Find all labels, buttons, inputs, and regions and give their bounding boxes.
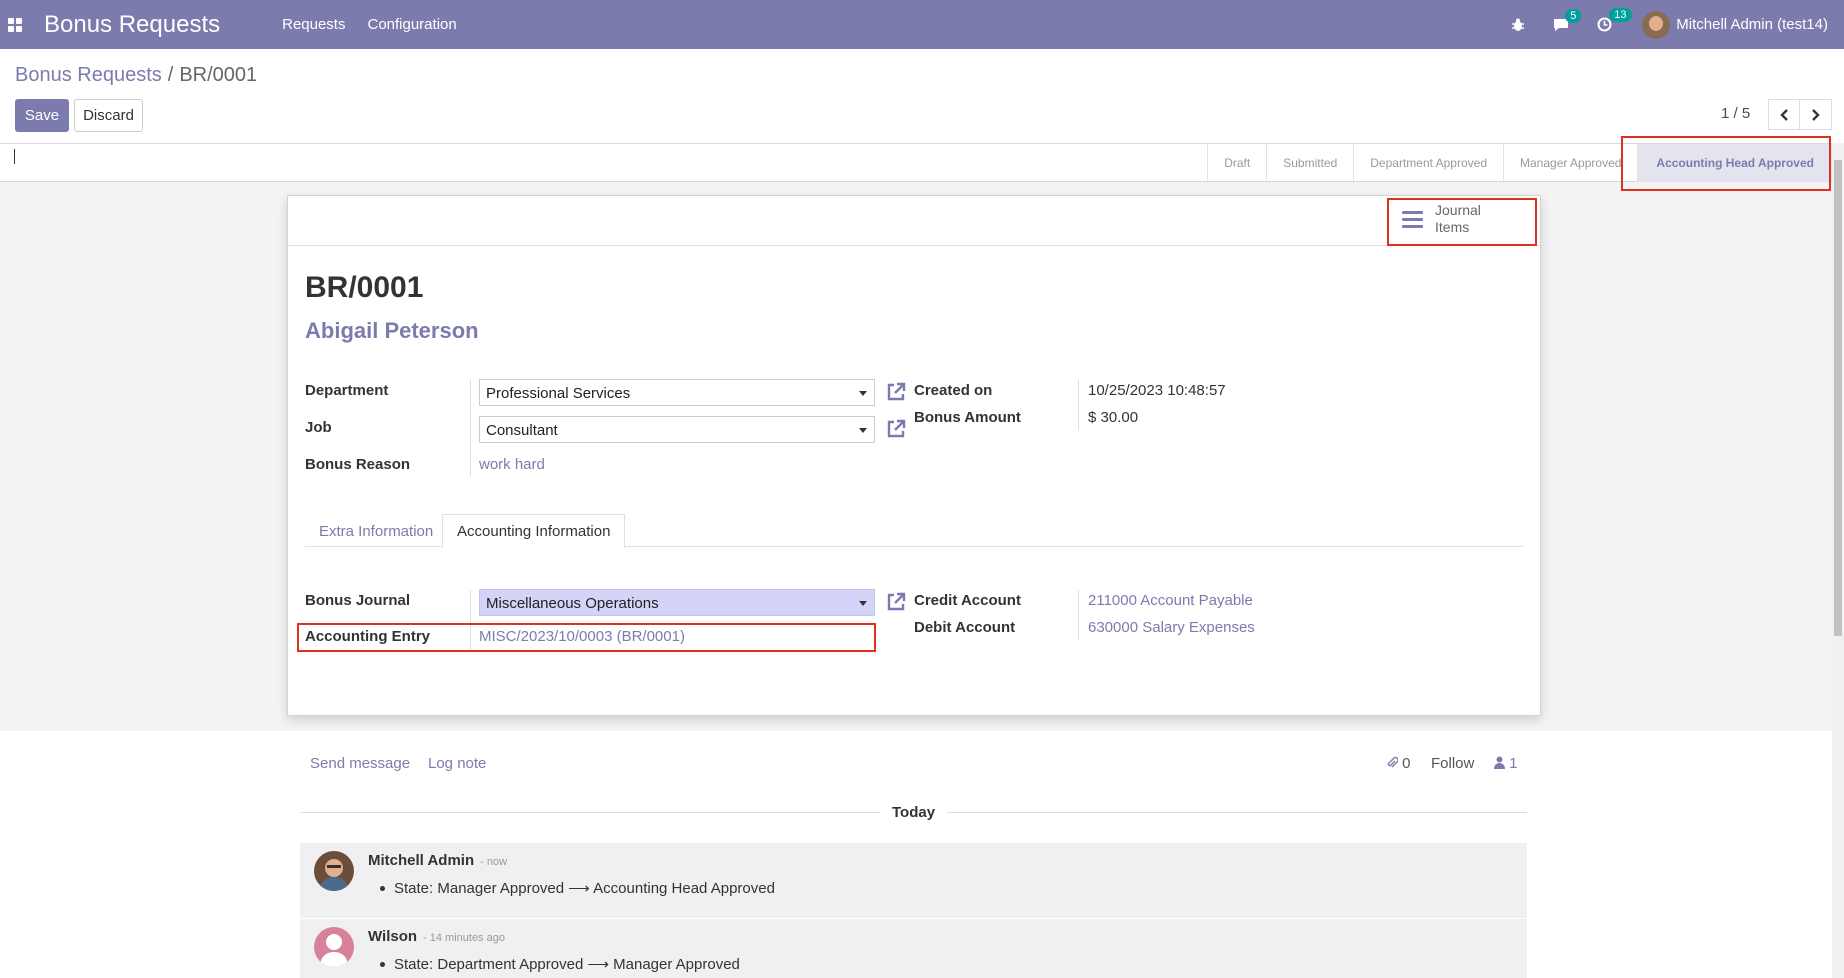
navbar-systray: 5 13 Mitchell Admin (test14)	[1483, 0, 1828, 49]
pager-buttons	[1768, 99, 1832, 130]
attachments-count: 0	[1402, 755, 1411, 772]
message-tracking: State: Department Approved ⟶ Manager App…	[380, 956, 740, 973]
message-author[interactable]: Mitchell Admin - now	[368, 852, 507, 869]
chevron-right-icon	[1811, 108, 1820, 121]
status-step-submitted[interactable]: Submitted	[1266, 144, 1353, 182]
label-divider	[1078, 590, 1079, 640]
bonus-amount-value: $ 30.00	[1088, 409, 1139, 426]
message-date: - 14 minutes ago	[423, 932, 505, 944]
label-divider	[1078, 380, 1079, 430]
pager-next-button[interactable]	[1800, 99, 1832, 130]
chatter-message: Mitchell Admin - now State: Manager Appro…	[300, 843, 1527, 918]
debit-account-link[interactable]: 630000 Salary Expenses	[1088, 619, 1255, 636]
message-author[interactable]: Wilson - 14 minutes ago	[368, 928, 505, 945]
external-link-icon[interactable]	[886, 592, 906, 612]
arrow-right-icon: ⟶	[587, 956, 609, 973]
pager-previous-button[interactable]	[1768, 99, 1800, 130]
user-menu[interactable]: Mitchell Admin (test14)	[1676, 16, 1828, 33]
avatar	[314, 927, 354, 967]
highlight-box-journal-items	[1387, 198, 1537, 246]
messages-badge: 5	[1565, 8, 1582, 23]
bonus-journal-select[interactable]: Miscellaneous Operations	[479, 589, 875, 616]
notebook-tabs: Extra Information Accounting Information	[305, 514, 1523, 548]
user-avatar[interactable]	[1642, 10, 1671, 39]
employee-name[interactable]: Abigail Peterson	[305, 318, 479, 344]
form-view: Draft Submitted Department Approved Mana…	[0, 136, 1832, 731]
external-link-icon[interactable]	[886, 382, 906, 402]
record-title: BR/0001	[305, 271, 424, 304]
activities-clock-icon[interactable]: 13	[1597, 8, 1632, 32]
app-brand[interactable]: Bonus Requests	[44, 11, 220, 39]
followers-button[interactable]: 1	[1494, 755, 1518, 772]
department-select[interactable]: Professional Services	[479, 379, 875, 406]
message-date: - now	[480, 856, 508, 868]
chevron-left-icon	[1780, 108, 1788, 121]
send-message-button[interactable]: Send message	[310, 755, 410, 772]
breadcrumb: Bonus Requests / BR/0001	[15, 64, 257, 87]
tab-accounting-information[interactable]: Accounting Information	[442, 514, 626, 548]
created-on-label: Created on	[914, 382, 993, 399]
pager-value[interactable]: 1 / 5	[1721, 105, 1750, 122]
credit-account-label: Credit Account	[914, 592, 1021, 609]
dropdown-caret-icon	[859, 428, 867, 433]
status-step-department-approved[interactable]: Department Approved	[1353, 144, 1503, 182]
attachments-button[interactable]: 0	[1386, 755, 1411, 772]
user-icon	[1494, 756, 1505, 769]
tab-extra-information[interactable]: Extra Information	[305, 514, 447, 548]
chatter: Send message Log note 0 Follow 1 Today M…	[0, 731, 1832, 978]
follow-button[interactable]: Follow	[1431, 755, 1474, 772]
activities-badge: 13	[1609, 8, 1632, 22]
job-label: Job	[305, 419, 332, 436]
debug-bug-icon[interactable]	[1511, 18, 1525, 32]
job-select[interactable]: Consultant	[479, 416, 875, 443]
save-button[interactable]: Save	[15, 99, 69, 132]
paperclip-icon	[1387, 756, 1399, 768]
bonus-reason-label: Bonus Reason	[305, 456, 411, 473]
dropdown-caret-icon	[859, 391, 867, 396]
message-tracking: State: Manager Approved ⟶ Accounting Hea…	[380, 880, 775, 897]
scrollbar-thumb[interactable]	[1834, 160, 1842, 636]
external-link-icon[interactable]	[886, 419, 906, 439]
highlight-box-status	[1621, 136, 1831, 191]
log-note-button[interactable]: Log note	[428, 755, 486, 772]
date-separator-label: Today	[880, 804, 948, 821]
breadcrumb-separator: /	[167, 64, 174, 86]
top-navbar: Bonus Requests Requests Configuration 5 …	[0, 0, 1844, 49]
apps-menu-icon[interactable]	[8, 17, 22, 32]
chatter-message: Wilson - 14 minutes ago State: Department…	[300, 919, 1527, 978]
bonus-amount-label: Bonus Amount	[914, 409, 1021, 426]
created-on-value: 10/25/2023 10:48:57	[1088, 382, 1226, 399]
breadcrumb-current: BR/0001	[179, 64, 258, 86]
highlight-box-accounting-entry	[297, 623, 876, 652]
form-sheet: Journal Items BR/0001 Abigail Peterson De…	[287, 195, 1541, 716]
status-step-manager-approved[interactable]: Manager Approved	[1503, 144, 1637, 182]
bonus-journal-label: Bonus Journal	[305, 592, 411, 609]
discard-button[interactable]: Discard	[74, 99, 143, 132]
debit-account-label: Debit Account	[914, 619, 1016, 636]
label-divider	[470, 380, 471, 476]
menu-requests[interactable]: Requests	[282, 16, 345, 33]
messages-icon[interactable]: 5	[1553, 8, 1582, 32]
page-scrollbar[interactable]	[1832, 143, 1844, 978]
followers-count: 1	[1509, 755, 1518, 772]
smart-button-box: Journal Items	[288, 196, 1540, 246]
breadcrumb-parent[interactable]: Bonus Requests	[15, 64, 162, 86]
text-cursor	[14, 149, 15, 164]
dropdown-caret-icon	[859, 601, 867, 606]
avatar	[314, 851, 354, 891]
arrow-right-icon: ⟶	[568, 880, 590, 897]
status-step-draft[interactable]: Draft	[1207, 144, 1266, 182]
bonus-reason-value[interactable]: work hard	[479, 456, 545, 473]
form-statusbar: Draft Submitted Department Approved Mana…	[0, 136, 1832, 191]
credit-account-link[interactable]: 211000 Account Payable	[1088, 592, 1253, 609]
menu-configuration[interactable]: Configuration	[367, 16, 456, 33]
department-label: Department	[305, 382, 389, 399]
